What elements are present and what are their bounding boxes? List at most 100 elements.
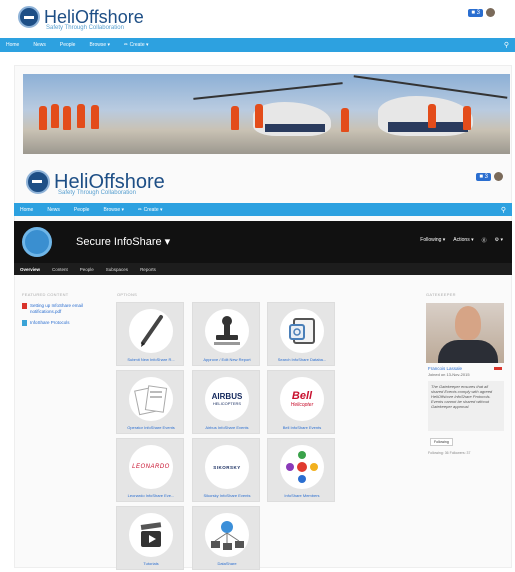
brand-name: HeliOffshore: [54, 171, 165, 193]
gatekeeper-name[interactable]: Francois Lassale: [428, 366, 462, 371]
network-icon: [205, 513, 249, 557]
tile-infoshare-members[interactable]: InfoShare Members: [267, 438, 335, 502]
worker: [39, 106, 47, 130]
status-flag-icon: [494, 367, 502, 370]
notification-badge[interactable]: ■ 3: [476, 172, 491, 181]
documents-icon: [129, 377, 173, 421]
nav-create[interactable]: ✏ Create ▾: [138, 207, 163, 213]
gatekeeper-note: The Gatekeeper ensures that all shared E…: [428, 381, 504, 431]
tab-subspaces[interactable]: Subspaces: [106, 267, 128, 272]
brand-logo[interactable]: HeliOffshore Safety Through Collaboratio…: [18, 6, 144, 31]
brand-tagline: Safety Through Collaboration: [58, 190, 136, 196]
leonardo-logo: LEONARDO: [129, 445, 173, 489]
nav-news[interactable]: News: [47, 207, 60, 213]
worker: [255, 104, 263, 128]
featured-item[interactable]: Setting up InfoShare email notifications…: [22, 303, 102, 315]
helioffshore-logo-icon: [26, 170, 50, 194]
tile-submit-report[interactable]: Submit New InfoShare R...: [116, 302, 184, 366]
search-icon[interactable]: ⚲: [504, 41, 509, 49]
document-icon: [22, 320, 27, 326]
brand-name: HeliOffshore: [44, 7, 144, 27]
brand-tagline: Safety Through Collaboration: [46, 25, 124, 31]
notification-count: 3: [476, 9, 480, 16]
tile-datashare[interactable]: DataShare: [192, 506, 260, 570]
gatekeeper-suit: [438, 340, 498, 363]
user-menu-inner[interactable]: ■ 3: [476, 172, 503, 181]
bell-logo: Bell Helicopter: [280, 377, 324, 421]
avatar[interactable]: [494, 172, 503, 181]
tile-label: Bell InfoShare Events: [282, 425, 322, 430]
nav-news[interactable]: News: [33, 42, 46, 48]
settings-gear-icon[interactable]: ⚙ ▾: [495, 237, 503, 244]
search-icon[interactable]: ⚲: [501, 206, 506, 214]
following-menu[interactable]: Following ▾: [420, 237, 445, 244]
helicopter-stripe: [265, 124, 325, 132]
gatekeeper-heading: GATEKEEPER: [426, 292, 456, 297]
featured-heading: FEATURED CONTENT: [22, 292, 69, 297]
notification-count: 3: [484, 173, 488, 180]
main-nav: Home News People Browse ▾ ✏ Create ▾ ⚲: [0, 38, 515, 52]
nav-home[interactable]: Home: [6, 42, 19, 48]
bell-logo-text: Bell: [291, 390, 313, 402]
options-heading: OPTIONS: [117, 292, 138, 297]
nav-browse[interactable]: Browse ▾: [89, 42, 110, 48]
tile-label: Airbus InfoShare Events: [205, 425, 249, 430]
rotor-blade: [193, 82, 343, 100]
user-icon: ■: [471, 9, 475, 16]
avatar[interactable]: [486, 8, 495, 17]
user-icon: ■: [479, 173, 483, 180]
tile-label: Submit New InfoShare R...: [127, 357, 175, 362]
worker: [91, 105, 99, 129]
tile-label: Sikorsky InfoShare Events: [203, 493, 251, 498]
search-database-icon: [280, 309, 324, 353]
tile-label: DataShare: [217, 561, 237, 566]
user-menu[interactable]: ■ 3: [468, 8, 495, 17]
featured-item[interactable]: InfoShare Protocols: [22, 320, 102, 326]
tile-label: Approve / Edit New Report: [203, 357, 251, 362]
tab-overview[interactable]: Overview: [20, 267, 40, 272]
gatekeeper-follow-stats: Following: 36 Followers: 37: [428, 451, 471, 455]
leonardo-logo-text: LEONARDO: [132, 464, 170, 470]
pdf-icon: [22, 303, 27, 309]
airbus-logo: AIRBUS HELICOPTERS: [205, 377, 249, 421]
place-tabs: Overview Content People Subspaces Report…: [14, 263, 512, 275]
main-nav-inner: Home News People Browse ▾ ✏ Create ▾ ⚲: [14, 203, 512, 216]
actions-menu[interactable]: Actions ▾: [453, 237, 473, 244]
following-button[interactable]: Following: [430, 438, 453, 446]
gatekeeper-face: [455, 306, 481, 340]
tab-content[interactable]: Content: [52, 267, 68, 272]
featured-item-label: InfoShare Protocols: [30, 320, 70, 325]
tile-search-database[interactable]: Search InfoShare Databa...: [267, 302, 335, 366]
tab-reports[interactable]: Reports: [140, 267, 156, 272]
helioffshore-logo-icon: [18, 6, 40, 28]
tile-leonardo-events[interactable]: LEONARDO Leonardo InfoShare Eve...: [116, 438, 184, 502]
worker: [463, 106, 471, 130]
gatekeeper-joined: Joined on 13-Nov-2015: [428, 372, 470, 377]
tile-operator-events[interactable]: Operator InfoShare Events: [116, 370, 184, 434]
airbus-logo-subtext: HELICOPTERS: [212, 401, 242, 406]
worker: [341, 108, 349, 132]
notification-badge[interactable]: ■ 3: [468, 8, 483, 17]
tile-sikorsky-events[interactable]: SIKORSKY Sikorsky InfoShare Events: [192, 438, 260, 502]
tile-bell-events[interactable]: Bell Helicopter Bell InfoShare Events: [267, 370, 335, 434]
nav-create[interactable]: ✏ Create ▾: [124, 42, 149, 48]
tile-approve-report[interactable]: Approve / Edit New Report: [192, 302, 260, 366]
info-icon[interactable]: ⓪: [482, 237, 487, 244]
nav-people[interactable]: People: [60, 42, 76, 48]
tile-tutorials[interactable]: Tutorials: [116, 506, 184, 570]
tile-airbus-events[interactable]: AIRBUS HELICOPTERS Airbus InfoShare Even…: [192, 370, 260, 434]
worker: [231, 106, 239, 130]
nav-home[interactable]: Home: [20, 207, 33, 213]
sikorsky-logo: SIKORSKY: [205, 445, 249, 489]
place-title[interactable]: Secure InfoShare ▾: [76, 235, 170, 248]
tile-label: Tutorials: [143, 561, 159, 566]
airbus-logo-text: AIRBUS: [211, 392, 243, 401]
worker: [77, 104, 85, 128]
pen-icon: [129, 309, 173, 353]
brand-logo-inner[interactable]: HeliOffshore Safety Through Collaboratio…: [26, 170, 165, 196]
nav-people[interactable]: People: [74, 207, 90, 213]
worker: [51, 104, 59, 128]
nav-browse[interactable]: Browse ▾: [103, 207, 124, 213]
tile-label: Search InfoShare Databa...: [277, 357, 327, 362]
tab-people[interactable]: People: [80, 267, 94, 272]
